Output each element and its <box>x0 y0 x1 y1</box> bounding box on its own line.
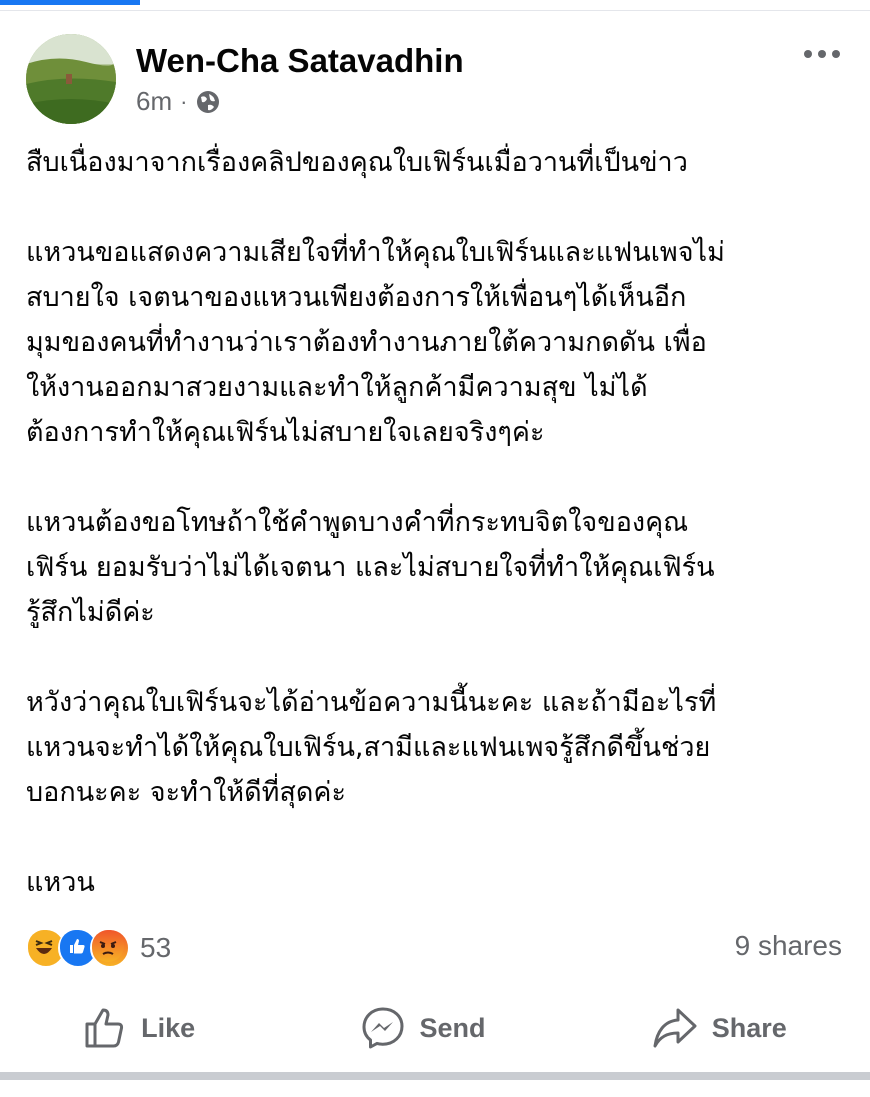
meta-separator: · <box>180 88 188 114</box>
post-paragraph: สืบเนื่องมาจากเรื่องคลิปของคุณใบเฟิร์นเม… <box>26 147 688 178</box>
post-paragraph: แหวนต้องขอโทษถ้าใช้คำพูดบางคำที่กระทบจิต… <box>26 507 715 628</box>
post-time[interactable]: 6m <box>136 86 172 117</box>
dot-icon <box>804 50 812 58</box>
post-paragraph: หวังว่าคุณใบเฟิร์นจะได้อ่านข้อความนี้นะค… <box>26 687 717 808</box>
like-button[interactable]: Like <box>83 1006 195 1050</box>
send-button[interactable]: Send <box>361 1006 485 1050</box>
reactions-summary[interactable]: 53 <box>26 928 171 968</box>
share-label: Share <box>711 1012 787 1043</box>
shares-count[interactable]: 9 shares <box>735 930 842 962</box>
globe-icon <box>197 90 220 113</box>
post-meta: 6m · <box>136 86 221 117</box>
like-label: Like <box>141 1012 196 1043</box>
dot-icon <box>832 50 840 58</box>
post-signature: แหวน <box>26 867 95 898</box>
dot-icon <box>818 50 826 58</box>
share-icon <box>653 1008 697 1048</box>
share-button[interactable]: Share <box>652 1006 787 1050</box>
post-body: สืบเนื่องมาจากเรื่องคลิปของคุณใบเฟิร์นเม… <box>26 140 856 905</box>
send-label: Send <box>419 1012 486 1043</box>
tab-indicator <box>0 0 140 5</box>
more-options-button[interactable] <box>804 50 840 58</box>
post-separator <box>0 1072 870 1080</box>
post-paragraph: แหวนขอแสดงความเสียใจที่ทำให้คุณใบเฟิร์นแ… <box>26 237 725 448</box>
author-name[interactable]: Wen-Cha Satavadhin <box>136 42 464 80</box>
reaction-count: 53 <box>140 932 172 963</box>
angry-icon <box>90 928 130 968</box>
avatar[interactable] <box>26 34 116 124</box>
action-bar: Like Send Share <box>0 990 870 1066</box>
messenger-icon <box>362 1007 404 1049</box>
avatar-photo <box>26 34 116 124</box>
reaction-icons <box>26 928 130 968</box>
post-header: Wen-Cha Satavadhin 6m · <box>26 34 846 126</box>
thumbs-up-icon <box>85 1008 124 1048</box>
